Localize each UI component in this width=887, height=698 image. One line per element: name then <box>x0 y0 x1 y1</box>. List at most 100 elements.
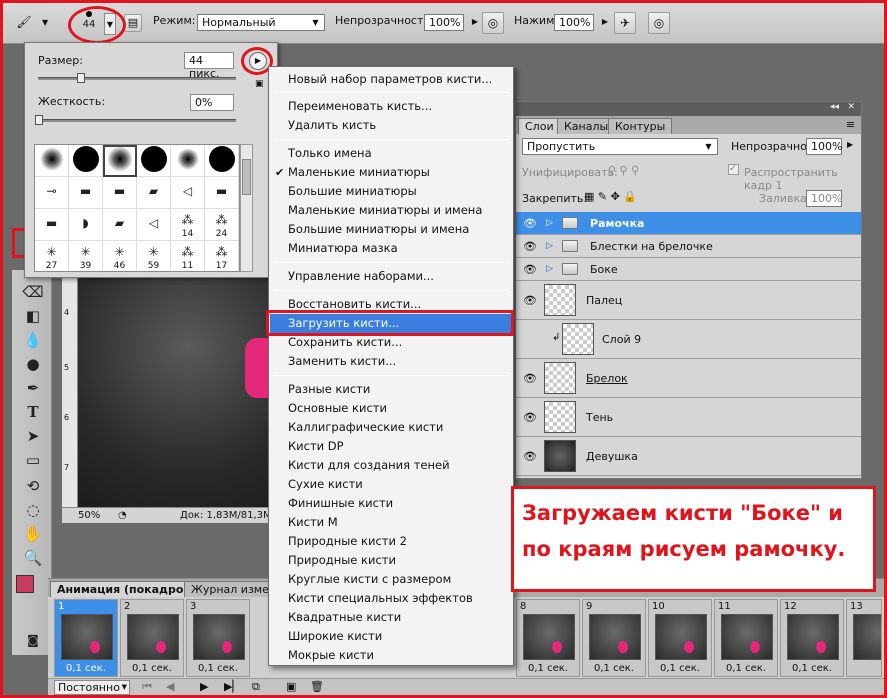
tablet-opacity-icon[interactable]: ◎ <box>482 12 504 34</box>
menu-item-brush-set[interactable]: Кисти для создания теней <box>270 456 512 475</box>
opacity-dropdown-icon[interactable]: ▶ <box>468 12 482 34</box>
frame-delay[interactable]: 0,1 сек. <box>781 663 843 674</box>
brush-preset[interactable]: ⁂ 14 <box>171 209 205 241</box>
close-icon[interactable]: ✕ <box>847 102 855 112</box>
frame-delay[interactable]: 0,1 сек. <box>649 663 711 674</box>
frame-delay[interactable]: 0,1 сек. <box>715 663 777 674</box>
pressure-dropdown-icon[interactable]: ▶ <box>598 12 612 34</box>
menu-item-brush-set[interactable]: Круглые кисти с размером <box>270 570 512 589</box>
hardness-slider[interactable] <box>38 119 236 122</box>
hardness-slider-thumb[interactable] <box>35 115 43 125</box>
tween-icon[interactable]: ⧉ <box>252 680 260 694</box>
fill-input[interactable]: 100% <box>806 190 842 207</box>
brush-preset[interactable]: ✳ 46 <box>103 241 137 271</box>
eye-icon[interactable]: 👁 <box>520 294 540 307</box>
menu-item-new-brush-preset[interactable]: Новый набор параметров кисти... <box>270 70 512 89</box>
document-canvas[interactable] <box>62 278 272 508</box>
loop-select[interactable]: Постоянно ▼ <box>54 680 130 695</box>
tab-layers[interactable]: Слои <box>518 118 561 134</box>
layer-row[interactable]: 👁 Тень <box>516 398 861 437</box>
lock-icons[interactable]: ▦ ✎ ✥ 🔒 <box>584 190 637 203</box>
size-slider-thumb[interactable] <box>77 73 85 83</box>
type-tool-icon[interactable]: T <box>22 402 44 422</box>
frame-delay[interactable]: 0,1 сек. <box>55 663 117 674</box>
brush-preset[interactable]: ◁ <box>137 209 171 241</box>
dodge-tool-icon[interactable]: ● <box>22 354 44 374</box>
animation-frame[interactable]: 2 0,1 сек. <box>120 599 184 677</box>
menu-item-small-list[interactable]: Маленькие миниатюры и имена <box>270 201 512 220</box>
tool-preset-arrow-icon[interactable]: ▼ <box>42 18 48 27</box>
status-info-icon[interactable]: ◔ <box>118 508 127 523</box>
zoom-level[interactable]: 50% <box>78 508 100 523</box>
menu-item-brush-set[interactable]: Широкие кисти <box>270 627 512 646</box>
eye-icon[interactable]: 👁 <box>520 411 540 424</box>
3d-rotate-tool-icon[interactable]: ⟲ <box>22 476 44 496</box>
brush-preset[interactable]: ▬ <box>69 177 103 209</box>
layer-row[interactable]: 👁 ▷ Боке <box>516 258 861 281</box>
brush-panel-icon[interactable]: ▤ <box>124 14 142 32</box>
brush-preset[interactable] <box>171 145 205 177</box>
next-frame-icon[interactable]: ▶▏ <box>224 680 241 693</box>
expand-arrow-icon[interactable]: ▷ <box>546 218 553 228</box>
pen-tool-icon[interactable]: ✒ <box>22 378 44 398</box>
play-icon[interactable]: ▶ <box>200 680 208 693</box>
brush-preset[interactable]: ◁ <box>171 177 205 209</box>
3d-orbit-tool-icon[interactable]: ◌ <box>22 500 44 520</box>
animation-frame[interactable]: 3 0,1 сек. <box>186 599 250 677</box>
brush-tool-icon[interactable]: 🖌 <box>10 12 38 34</box>
animation-frame[interactable]: 11 0,1 сек. <box>714 599 778 677</box>
brush-preset[interactable] <box>69 145 103 177</box>
menu-item-large-list[interactable]: Большие миниатюры и имена <box>270 220 512 239</box>
menu-item-brush-set[interactable]: Основные кисти <box>270 399 512 418</box>
brush-preset[interactable]: ⁂ 24 <box>205 209 239 241</box>
frame-delay[interactable]: 0,1 сек. <box>121 663 183 674</box>
menu-item-brush-set[interactable]: Квадратные кисти <box>270 608 512 627</box>
brush-preset[interactable]: ✳ 39 <box>69 241 103 271</box>
menu-item-brush-set[interactable]: Кисти DP <box>270 437 512 456</box>
menu-item-stroke-thumbnail[interactable]: Миниатюра мазка <box>270 239 512 258</box>
menu-item-preset-manager[interactable]: Управление наборами... <box>270 267 512 286</box>
brush-preset[interactable]: ▬ <box>35 209 69 241</box>
layer-row[interactable]: 👁 Брелок <box>516 359 861 398</box>
layer-row[interactable]: ↲ Слой 9 <box>516 320 861 359</box>
menu-item-brush-set[interactable]: Финишные кисти <box>270 494 512 513</box>
scrollbar-thumb[interactable] <box>242 159 251 195</box>
blend-mode-select[interactable]: Пропустить ▼ <box>522 138 718 155</box>
gradient-tool-icon[interactable]: ◧ <box>22 306 44 326</box>
pressure-input[interactable]: 100% <box>554 14 594 31</box>
layer-row[interactable]: 👁 ▷ Блестки на брелочке <box>516 235 861 258</box>
blur-tool-icon[interactable]: 💧 <box>22 330 44 350</box>
frame-delay[interactable]: 0,1 сек. <box>517 663 579 674</box>
brush-preset[interactable] <box>205 145 239 177</box>
first-frame-icon[interactable]: ⏮ <box>142 680 152 694</box>
menu-item-brush-set[interactable]: Мокрые кисти <box>270 646 512 665</box>
menu-item-replace-brushes[interactable]: Заменить кисти... <box>270 352 512 371</box>
menu-item-brush-set[interactable]: Каллиграфические кисти <box>270 418 512 437</box>
animation-frame[interactable]: 12 0,1 сек. <box>780 599 844 677</box>
eye-icon[interactable]: 👁 <box>520 450 540 463</box>
layer-row[interactable]: 👁 Палец <box>516 281 861 320</box>
duplicate-frame-icon[interactable]: ▣ <box>286 680 296 693</box>
brush-preset[interactable]: ⁂ 17 <box>205 241 239 271</box>
hand-tool-icon[interactable]: ✋ <box>22 524 44 544</box>
size-slider[interactable] <box>38 77 236 80</box>
expand-arrow-icon[interactable]: ▷ <box>546 264 553 274</box>
eye-icon[interactable]: 👁 <box>520 240 540 253</box>
menu-item-brush-set[interactable]: Кисти специальных эффектов <box>270 589 512 608</box>
eye-icon[interactable]: 👁 <box>520 263 540 276</box>
animation-frame[interactable]: 8 0,1 сек. <box>516 599 580 677</box>
airbrush-icon[interactable]: ✈ <box>614 12 636 34</box>
propagate-checkbox[interactable]: ✓ <box>728 164 739 175</box>
layer-opacity-input[interactable]: 100% <box>806 138 842 155</box>
layer-row[interactable]: 👁 Девушка <box>516 437 861 476</box>
brush-preset[interactable]: ⊸ <box>35 177 69 209</box>
menu-item-rename-brush[interactable]: Переименовать кисть... <box>270 97 512 116</box>
brush-preset[interactable] <box>137 145 171 177</box>
animation-frame[interactable]: 9 0,1 сек. <box>582 599 646 677</box>
eye-icon[interactable]: 👁 <box>520 372 540 385</box>
quick-mask-icon[interactable]: ◙ <box>22 630 44 650</box>
brush-preset-selected[interactable] <box>103 145 137 177</box>
tablet-size-icon[interactable]: ◎ <box>648 12 670 34</box>
menu-item-delete-brush[interactable]: Удалить кисть <box>270 116 512 135</box>
brush-preset[interactable]: ✳ 59 <box>137 241 171 271</box>
